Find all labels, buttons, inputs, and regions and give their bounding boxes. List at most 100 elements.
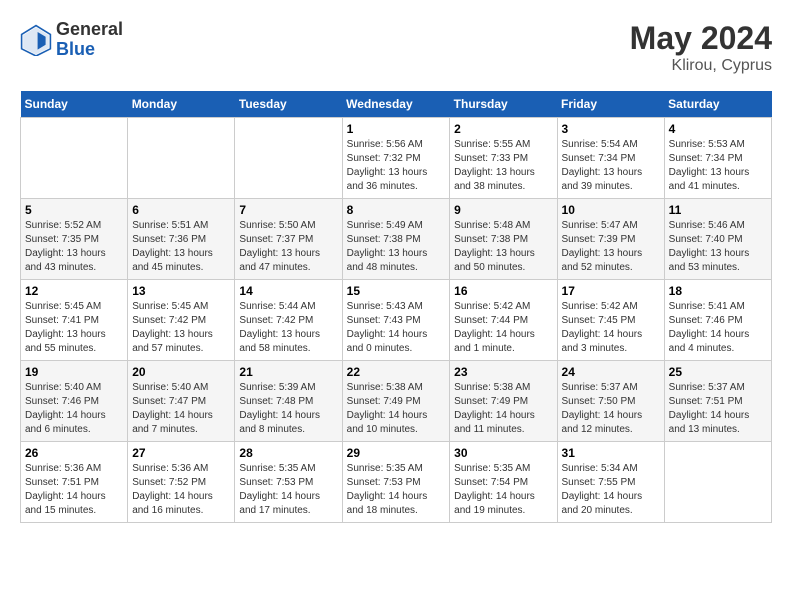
cell-content: Sunrise: 5:36 AMSunset: 7:52 PMDaylight:… bbox=[132, 462, 230, 518]
week-row-5: 26 Sunrise: 5:36 AMSunset: 7:51 PMDayligh… bbox=[21, 442, 772, 523]
column-header-friday: Friday bbox=[557, 91, 664, 118]
calendar-cell: 20 Sunrise: 5:40 AMSunset: 7:47 PMDayligh… bbox=[128, 361, 235, 442]
calendar-cell: 26 Sunrise: 5:36 AMSunset: 7:51 PMDayligh… bbox=[21, 442, 128, 523]
month-year: May 2024 bbox=[630, 20, 772, 57]
day-number: 10 bbox=[562, 203, 660, 217]
cell-content: Sunrise: 5:35 AMSunset: 7:53 PMDaylight:… bbox=[239, 462, 337, 518]
calendar-cell bbox=[21, 118, 128, 199]
cell-content: Sunrise: 5:39 AMSunset: 7:48 PMDaylight:… bbox=[239, 381, 337, 437]
cell-content: Sunrise: 5:56 AMSunset: 7:32 PMDaylight:… bbox=[347, 138, 446, 194]
cell-content: Sunrise: 5:55 AMSunset: 7:33 PMDaylight:… bbox=[454, 138, 552, 194]
week-row-2: 5 Sunrise: 5:52 AMSunset: 7:35 PMDaylight… bbox=[21, 199, 772, 280]
column-header-wednesday: Wednesday bbox=[342, 91, 450, 118]
day-number: 17 bbox=[562, 284, 660, 298]
column-header-sunday: Sunday bbox=[21, 91, 128, 118]
calendar-cell bbox=[664, 442, 771, 523]
cell-content: Sunrise: 5:51 AMSunset: 7:36 PMDaylight:… bbox=[132, 219, 230, 275]
calendar-cell: 5 Sunrise: 5:52 AMSunset: 7:35 PMDaylight… bbox=[21, 199, 128, 280]
calendar-cell: 25Sunrise: 5:37 AMSunset: 7:51 PMDayligh… bbox=[664, 361, 771, 442]
day-number: 9 bbox=[454, 203, 552, 217]
cell-content: Sunrise: 5:37 AMSunset: 7:50 PMDaylight:… bbox=[562, 381, 660, 437]
cell-content: Sunrise: 5:44 AMSunset: 7:42 PMDaylight:… bbox=[239, 300, 337, 356]
cell-content: Sunrise: 5:38 AMSunset: 7:49 PMDaylight:… bbox=[347, 381, 446, 437]
cell-content: Sunrise: 5:35 AMSunset: 7:54 PMDaylight:… bbox=[454, 462, 552, 518]
calendar-cell: 19 Sunrise: 5:40 AMSunset: 7:46 PMDayligh… bbox=[21, 361, 128, 442]
day-number: 21 bbox=[239, 365, 337, 379]
day-number: 11 bbox=[669, 203, 767, 217]
cell-content: Sunrise: 5:40 AMSunset: 7:47 PMDaylight:… bbox=[132, 381, 230, 437]
calendar-cell: 23Sunrise: 5:38 AMSunset: 7:49 PMDayligh… bbox=[450, 361, 557, 442]
calendar-cell: 2 Sunrise: 5:55 AMSunset: 7:33 PMDaylight… bbox=[450, 118, 557, 199]
day-number: 22 bbox=[347, 365, 446, 379]
day-number: 29 bbox=[347, 446, 446, 460]
cell-content: Sunrise: 5:46 AMSunset: 7:40 PMDaylight:… bbox=[669, 219, 767, 275]
location: Klirou, Cyprus bbox=[630, 57, 772, 75]
calendar-cell: 7Sunrise: 5:50 AMSunset: 7:37 PMDaylight… bbox=[235, 199, 342, 280]
cell-content: Sunrise: 5:35 AMSunset: 7:53 PMDaylight:… bbox=[347, 462, 446, 518]
calendar-cell: 15 Sunrise: 5:43 AMSunset: 7:43 PMDayligh… bbox=[342, 280, 450, 361]
day-number: 31 bbox=[562, 446, 660, 460]
day-number: 24 bbox=[562, 365, 660, 379]
day-number: 18 bbox=[669, 284, 767, 298]
day-number: 3 bbox=[562, 122, 660, 136]
cell-content: Sunrise: 5:40 AMSunset: 7:46 PMDaylight:… bbox=[25, 381, 123, 437]
calendar-cell: 29 Sunrise: 5:35 AMSunset: 7:53 PMDayligh… bbox=[342, 442, 450, 523]
day-number: 1 bbox=[347, 122, 446, 136]
cell-content: Sunrise: 5:53 AMSunset: 7:34 PMDaylight:… bbox=[669, 138, 767, 194]
column-header-saturday: Saturday bbox=[664, 91, 771, 118]
day-number: 12 bbox=[25, 284, 123, 298]
day-number: 20 bbox=[132, 365, 230, 379]
day-number: 5 bbox=[25, 203, 123, 217]
logo-blue-text: Blue bbox=[56, 39, 95, 59]
column-header-thursday: Thursday bbox=[450, 91, 557, 118]
day-number: 30 bbox=[454, 446, 552, 460]
week-row-1: 1 Sunrise: 5:56 AMSunset: 7:32 PMDaylight… bbox=[21, 118, 772, 199]
cell-content: Sunrise: 5:42 AMSunset: 7:44 PMDaylight:… bbox=[454, 300, 552, 356]
day-number: 15 bbox=[347, 284, 446, 298]
day-number: 27 bbox=[132, 446, 230, 460]
cell-content: Sunrise: 5:52 AMSunset: 7:35 PMDaylight:… bbox=[25, 219, 123, 275]
header-row: SundayMondayTuesdayWednesdayThursdayFrid… bbox=[21, 91, 772, 118]
cell-content: Sunrise: 5:42 AMSunset: 7:45 PMDaylight:… bbox=[562, 300, 660, 356]
day-number: 6 bbox=[132, 203, 230, 217]
cell-content: Sunrise: 5:45 AMSunset: 7:42 PMDaylight:… bbox=[132, 300, 230, 356]
calendar-cell: 21 Sunrise: 5:39 AMSunset: 7:48 PMDayligh… bbox=[235, 361, 342, 442]
calendar-cell bbox=[235, 118, 342, 199]
calendar-cell: 11 Sunrise: 5:46 AMSunset: 7:40 PMDayligh… bbox=[664, 199, 771, 280]
column-header-monday: Monday bbox=[128, 91, 235, 118]
calendar-cell: 3 Sunrise: 5:54 AMSunset: 7:34 PMDaylight… bbox=[557, 118, 664, 199]
logo-general-text: General bbox=[56, 19, 123, 39]
calendar-cell: 12 Sunrise: 5:45 AMSunset: 7:41 PMDayligh… bbox=[21, 280, 128, 361]
day-number: 26 bbox=[25, 446, 123, 460]
day-number: 16 bbox=[454, 284, 552, 298]
cell-content: Sunrise: 5:43 AMSunset: 7:43 PMDaylight:… bbox=[347, 300, 446, 356]
day-number: 28 bbox=[239, 446, 337, 460]
calendar-cell: 18 Sunrise: 5:41 AMSunset: 7:46 PMDayligh… bbox=[664, 280, 771, 361]
day-number: 13 bbox=[132, 284, 230, 298]
calendar-cell: 1 Sunrise: 5:56 AMSunset: 7:32 PMDaylight… bbox=[342, 118, 450, 199]
day-number: 19 bbox=[25, 365, 123, 379]
cell-content: Sunrise: 5:48 AMSunset: 7:38 PMDaylight:… bbox=[454, 219, 552, 275]
calendar-cell: 14Sunrise: 5:44 AMSunset: 7:42 PMDayligh… bbox=[235, 280, 342, 361]
cell-content: Sunrise: 5:36 AMSunset: 7:51 PMDaylight:… bbox=[25, 462, 123, 518]
calendar-cell: 28 Sunrise: 5:35 AMSunset: 7:53 PMDayligh… bbox=[235, 442, 342, 523]
cell-content: Sunrise: 5:49 AMSunset: 7:38 PMDaylight:… bbox=[347, 219, 446, 275]
calendar-cell: 10Sunrise: 5:47 AMSunset: 7:39 PMDayligh… bbox=[557, 199, 664, 280]
calendar-cell: 8Sunrise: 5:49 AMSunset: 7:38 PMDaylight… bbox=[342, 199, 450, 280]
calendar-cell: 6 Sunrise: 5:51 AMSunset: 7:36 PMDaylight… bbox=[128, 199, 235, 280]
calendar-cell bbox=[128, 118, 235, 199]
cell-content: Sunrise: 5:34 AMSunset: 7:55 PMDaylight:… bbox=[562, 462, 660, 518]
cell-content: Sunrise: 5:45 AMSunset: 7:41 PMDaylight:… bbox=[25, 300, 123, 356]
calendar-cell: 22 Sunrise: 5:38 AMSunset: 7:49 PMDayligh… bbox=[342, 361, 450, 442]
calendar-table: SundayMondayTuesdayWednesdayThursdayFrid… bbox=[20, 91, 772, 523]
calendar-cell: 16 Sunrise: 5:42 AMSunset: 7:44 PMDayligh… bbox=[450, 280, 557, 361]
title-block: May 2024 Klirou, Cyprus bbox=[630, 20, 772, 75]
cell-content: Sunrise: 5:41 AMSunset: 7:46 PMDaylight:… bbox=[669, 300, 767, 356]
cell-content: Sunrise: 5:54 AMSunset: 7:34 PMDaylight:… bbox=[562, 138, 660, 194]
day-number: 2 bbox=[454, 122, 552, 136]
calendar-cell: 30 Sunrise: 5:35 AMSunset: 7:54 PMDayligh… bbox=[450, 442, 557, 523]
calendar-cell: 9 Sunrise: 5:48 AMSunset: 7:38 PMDaylight… bbox=[450, 199, 557, 280]
day-number: 25 bbox=[669, 365, 767, 379]
cell-content: Sunrise: 5:50 AMSunset: 7:37 PMDaylight:… bbox=[239, 219, 337, 275]
calendar-cell: 17 Sunrise: 5:42 AMSunset: 7:45 PMDayligh… bbox=[557, 280, 664, 361]
